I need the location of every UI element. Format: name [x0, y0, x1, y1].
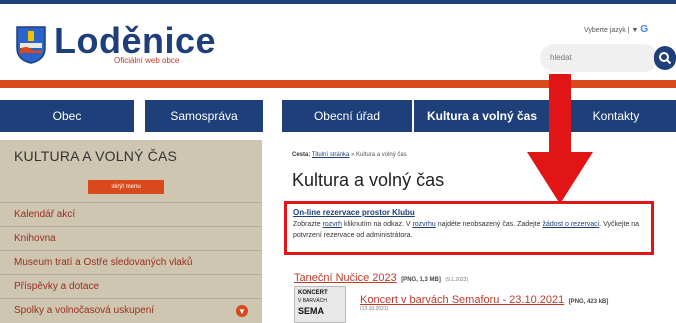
nav-item-obecni-urad[interactable]: Obecní úřad	[282, 100, 412, 132]
schedule-link[interactable]: rozvrh	[323, 221, 342, 228]
concert-thumbnail[interactable]: KONCERT V BARVÁCH SEMA	[294, 286, 346, 323]
file-date: (9.1.2023)	[445, 277, 469, 283]
sidebar-item-label: Spolky a volnočasová uskupení	[14, 305, 155, 316]
sidebar-menu: Kalendář akcí Knihovna Museum tratí a Os…	[0, 202, 262, 322]
reservation-link[interactable]: On-line rezervace prostor Klubu	[293, 208, 645, 217]
sidebar-item-knihovna[interactable]: Knihovna	[0, 226, 262, 250]
reservation-instructions: Zobrazte rozvrh kliknutím na odkaz. V ro…	[293, 219, 645, 241]
sidebar-item-label: Kalendář akcí	[14, 209, 76, 220]
sidebar-item-museum[interactable]: Museum tratí a Ostře sledovaných vlaků	[0, 250, 262, 274]
schedule-link-2[interactable]: rozvrhu	[412, 221, 435, 228]
site-header: Loděnice Oficiální web obce Vyberte jazy…	[0, 0, 676, 80]
reservation-notice: On-line rezervace prostor Klubu Zobrazte…	[284, 201, 654, 255]
google-icon: G	[640, 24, 649, 35]
top-line	[0, 0, 676, 4]
sidebar-item-label: Příspěvky a dotace	[14, 281, 100, 292]
main-content: Cesta: Titulní stránka » Kultura a volný…	[272, 140, 676, 323]
sidebar: KULTURA A VOLNÝ ČAS skrýt menu Kalendář …	[0, 140, 262, 323]
coat-of-arms-icon[interactable]	[16, 26, 46, 64]
file-date: (13.10.2021)	[360, 306, 389, 312]
hide-menu-button[interactable]: skrýt menu	[88, 180, 164, 194]
download-item: Taneční Nučice 2023 [PNG, 1,3 MB] (9.1.2…	[294, 268, 468, 286]
notice-text-2: kliknutím na odkaz. V	[342, 221, 413, 228]
breadcrumb-current: » Kultura a volný čas	[351, 152, 407, 158]
reservation-request-link[interactable]: žádost o rezervaci	[542, 221, 599, 228]
search-input[interactable]: hledat	[540, 44, 658, 72]
file-meta: [PNG, 1,3 MB]	[401, 277, 441, 283]
sidebar-item-kalendar[interactable]: Kalendář akcí	[0, 202, 262, 226]
download-item: Koncert v barvách Semaforu - 23.10.2021 …	[360, 290, 608, 308]
page-title: Kultura a volný čas	[292, 170, 445, 190]
file-meta: [PNG, 423 kB]	[568, 299, 609, 305]
sidebar-title: KULTURA A VOLNÝ ČAS	[14, 148, 178, 164]
chevron-down-icon[interactable]: ▼	[236, 305, 248, 317]
site-subtitle: Oficiální web obce	[114, 56, 180, 65]
breadcrumb-prefix: Cesta:	[292, 152, 311, 158]
sidebar-item-prispevky[interactable]: Příspěvky a dotace	[0, 274, 262, 298]
search-placeholder: hledat	[550, 53, 572, 62]
chevron-down-icon: | ▼	[627, 27, 641, 34]
breadcrumb-home-link[interactable]: Titulní stránka	[312, 152, 349, 158]
arrow-down-icon	[527, 74, 593, 204]
search-icon	[659, 52, 672, 65]
thumbnail-line-2: V BARVÁCH	[298, 298, 327, 304]
sidebar-item-spolky[interactable]: Spolky a volnočasová uskupení ▼	[0, 298, 262, 322]
nav-item-obec[interactable]: Obec	[0, 100, 134, 132]
language-label: Vyberte jazyk	[584, 27, 626, 34]
notice-text-1: Zobrazte	[293, 221, 323, 228]
thumbnail-line-1: KONCERT	[298, 290, 328, 296]
notice-text-3: najdéte neobsazený čas. Zadejte	[435, 221, 543, 228]
download-link[interactable]: Taneční Nučice 2023	[294, 272, 397, 284]
download-link[interactable]: Koncert v barvách Semaforu - 23.10.2021	[360, 294, 564, 306]
nav-item-samosprava[interactable]: Samospráva	[145, 100, 263, 132]
breadcrumb: Cesta: Titulní stránka » Kultura a volný…	[292, 152, 407, 158]
sidebar-item-label: Knihovna	[14, 233, 56, 244]
language-selector[interactable]: Vyberte jazyk | ▼ G	[584, 24, 648, 35]
thumbnail-line-3: SEMA	[298, 306, 325, 316]
search-button[interactable]	[654, 46, 676, 70]
sidebar-item-label: Museum tratí a Ostře sledovaných vlaků	[14, 257, 193, 268]
